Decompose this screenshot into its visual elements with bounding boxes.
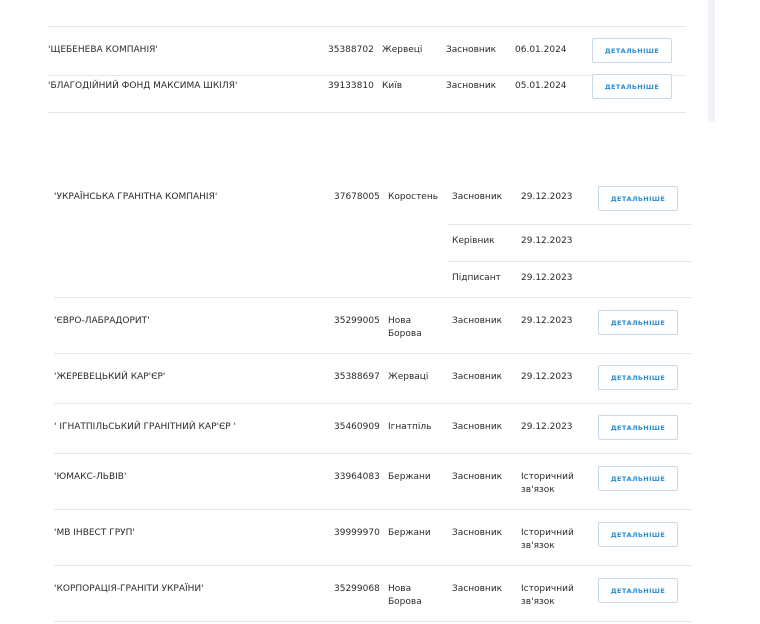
table-row: ' ІГНАТПІЛЬСЬКИЙ ГРАНІТНИЙ КАР'ЄР ' 3546…	[54, 404, 692, 454]
company-name: 'ЮМАКС-ЛЬВІВ'	[54, 472, 127, 482]
company-code: 39999970	[334, 528, 380, 538]
sub-row-divider	[448, 261, 692, 262]
relations-table-bottom: 'УКРАЇНСЬКА ГРАНІТНА КОМПАНІЯ' 37678005 …	[54, 170, 692, 622]
relation-date: Історичний зв'язок	[521, 584, 574, 607]
company-code: 35460909	[334, 422, 380, 432]
relation-role: Засновник	[446, 45, 497, 55]
details-button[interactable]: ДЕТАЛЬНІШЕ	[598, 578, 678, 603]
company-city: Ігнатпіль	[388, 422, 432, 432]
table-row: 'ЖЕРЕВЕЦЬКИЙ КАР'ЄР' 35388697 Жерваці За…	[54, 354, 692, 404]
relation-role: Засновник	[452, 372, 503, 382]
company-code: 37678005	[334, 192, 380, 202]
company-city: Бержани	[388, 528, 431, 538]
relations-table-top: 'ЩЕБЕНЕВА КОМПАНІЯ' 35388702 Жервеці Зас…	[48, 0, 686, 113]
company-city: Нова Борова	[388, 316, 422, 339]
company-name: 'УКРАЇНСЬКА ГРАНІТНА КОМПАНІЯ'	[54, 192, 218, 202]
company-code: 33964083	[334, 472, 380, 482]
company-name: 'МВ ІНВЕСТ ГРУП'	[54, 528, 135, 538]
relation-date: 29.12.2023	[521, 316, 573, 326]
relation-role: Засновник	[452, 528, 503, 538]
relation-role: Засновник	[452, 422, 503, 432]
company-city: Жервеці	[382, 45, 423, 55]
table-row: 'БЛАГОДІЙНИЙ ФОНД МАКСИМА ШКІЛЯ' 3913381…	[48, 63, 686, 113]
company-name: 'ЩЕБЕНЕВА КОМПАНІЯ'	[48, 45, 158, 55]
scrollbar[interactable]	[708, 0, 715, 122]
company-code: 35299005	[334, 316, 380, 326]
company-name: 'БЛАГОДІЙНИЙ ФОНД МАКСИМА ШКІЛЯ'	[48, 81, 238, 91]
company-city: Коростень	[388, 192, 439, 202]
details-button[interactable]: ДЕТАЛЬНІШЕ	[598, 365, 678, 390]
relation-date: 29.12.2023	[521, 236, 573, 246]
relation-role: Засновник	[452, 316, 503, 326]
relation-date: 29.12.2023	[521, 372, 573, 382]
relation-role: Підписант	[452, 273, 501, 283]
relation-date: 29.12.2023	[521, 273, 573, 283]
relation-role: Засновник	[452, 192, 503, 202]
company-name: 'КОРПОРАЦІЯ-ГРАНІТИ УКРАЇНИ'	[54, 584, 204, 594]
company-city: Нова Борова	[388, 584, 422, 607]
table-row: 'ЄВРО-ЛАБРАДОРИТ' 35299005 Нова Борова З…	[54, 298, 692, 354]
relation-date: 29.12.2023	[521, 422, 573, 432]
details-button[interactable]: ДЕТАЛЬНІШЕ	[598, 186, 678, 211]
relation-role: Керівник	[452, 236, 495, 246]
relation-date: 29.12.2023	[521, 192, 573, 202]
table-row: 'МВ ІНВЕСТ ГРУП' 39999970 Бержани Заснов…	[54, 510, 692, 566]
company-city: Бержани	[388, 472, 431, 482]
table-row: 'ЮМАКС-ЛЬВІВ' 33964083 Бержани Засновник…	[54, 454, 692, 510]
relation-date: Історичний зв'язок	[521, 528, 574, 551]
relation-date: 06.01.2024	[515, 45, 567, 55]
relation-date: Історичний зв'язок	[521, 472, 574, 495]
company-name: ' ІГНАТПІЛЬСЬКИЙ ГРАНІТНИЙ КАР'ЄР '	[54, 422, 237, 432]
sub-row-divider	[448, 224, 692, 225]
company-city: Жерваці	[388, 372, 429, 382]
details-button[interactable]: ДЕТАЛЬНІШЕ	[592, 74, 672, 99]
company-name: 'ЖЕРЕВЕЦЬКИЙ КАР'ЄР'	[54, 372, 166, 382]
details-button[interactable]: ДЕТАЛЬНІШЕ	[598, 415, 678, 440]
details-button[interactable]: ДЕТАЛЬНІШЕ	[598, 522, 678, 547]
details-button[interactable]: ДЕТАЛЬНІШЕ	[598, 466, 678, 491]
table-row: 'КОРПОРАЦІЯ-ГРАНІТИ УКРАЇНИ' 35299068 Но…	[54, 566, 692, 622]
company-code: 39133810	[328, 81, 374, 91]
table-row: 'УКРАЇНСЬКА ГРАНІТНА КОМПАНІЯ' 37678005 …	[54, 170, 692, 298]
company-code: 35388697	[334, 372, 380, 382]
relation-date: 05.01.2024	[515, 81, 567, 91]
relation-role: Засновник	[446, 81, 497, 91]
relation-role: Засновник	[452, 584, 503, 594]
relation-role: Засновник	[452, 472, 503, 482]
details-button[interactable]: ДЕТАЛЬНІШЕ	[592, 38, 672, 63]
company-city: Київ	[382, 81, 403, 91]
company-code: 35388702	[328, 45, 374, 55]
company-code: 35299068	[334, 584, 380, 594]
company-name: 'ЄВРО-ЛАБРАДОРИТ'	[54, 316, 150, 326]
details-button[interactable]: ДЕТАЛЬНІШЕ	[598, 310, 678, 335]
